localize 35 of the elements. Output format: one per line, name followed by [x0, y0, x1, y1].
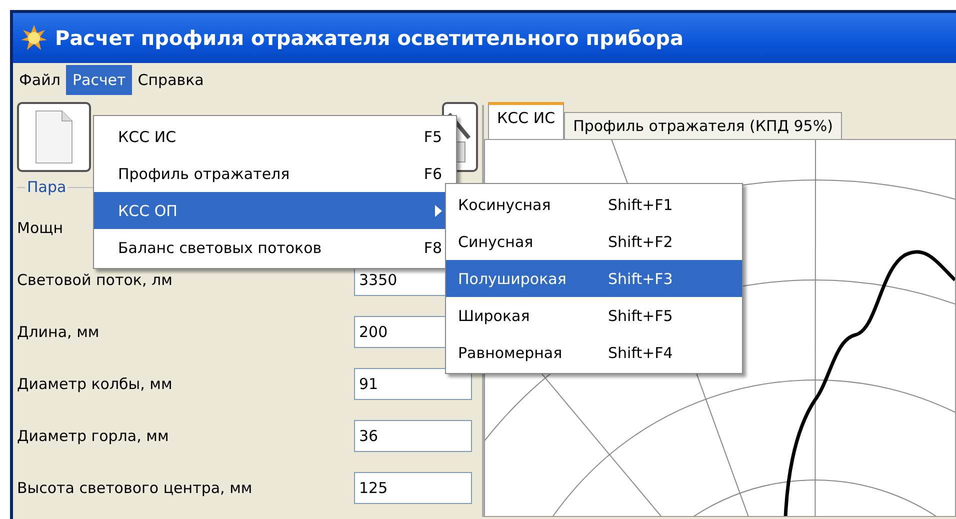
- shortcut-label: Shift+F1: [608, 196, 673, 214]
- menu-item-label: Профиль отражателя: [118, 164, 291, 182]
- shortcut-label: Shift+F5: [608, 306, 673, 324]
- input-field[interactable]: 91: [354, 368, 472, 400]
- shortcut-label: Shift+F2: [608, 232, 673, 250]
- shortcut-label: F5: [424, 128, 442, 146]
- field-label: Световой поток, лм: [17, 271, 172, 289]
- menu-item[interactable]: КСС ИС F5: [94, 118, 456, 155]
- menu-item-label: Синусная: [458, 232, 534, 250]
- menu-item[interactable]: Полуширокая Shift+F3: [446, 260, 742, 297]
- menu-bar-item[interactable]: Справка: [132, 65, 210, 95]
- shortcut-label: F6: [424, 164, 442, 182]
- menu-bar-item[interactable]: Расчет: [66, 65, 132, 95]
- field-label: Мощн: [17, 219, 64, 237]
- menu-item-label: КСС ИС: [118, 128, 178, 146]
- tab[interactable]: КСС ИС: [488, 102, 564, 139]
- submenu-arrow-icon: [435, 204, 442, 216]
- shortcut-label: F8: [424, 238, 442, 256]
- field-label: Диаметр колбы, мм: [17, 375, 172, 393]
- window-title: Расчет профиля отражателя осветительного прибора: [55, 26, 684, 50]
- field-label: Высота светового центра, мм: [17, 479, 252, 497]
- group-title: Пара: [25, 178, 68, 196]
- menu-item-label: Баланс световых потоков: [118, 238, 323, 256]
- new-file-button[interactable]: [17, 102, 91, 172]
- shortcut-label: Shift+F4: [608, 344, 673, 362]
- menu-item-label: Косинусная: [458, 196, 552, 214]
- menu-item-label: КСС ОП: [118, 202, 178, 220]
- field-label: Длина, мм: [17, 323, 100, 341]
- menu-bar-item[interactable]: Файл: [13, 65, 66, 95]
- field-label: Диаметр горла, мм: [17, 427, 169, 445]
- sun-icon: [21, 25, 47, 51]
- shortcut-label: Shift+F3: [608, 270, 673, 288]
- input-field[interactable]: 36: [354, 420, 472, 452]
- input-field[interactable]: 125: [354, 472, 472, 504]
- tab[interactable]: Профиль отражателя (КПД 95%): [564, 112, 842, 139]
